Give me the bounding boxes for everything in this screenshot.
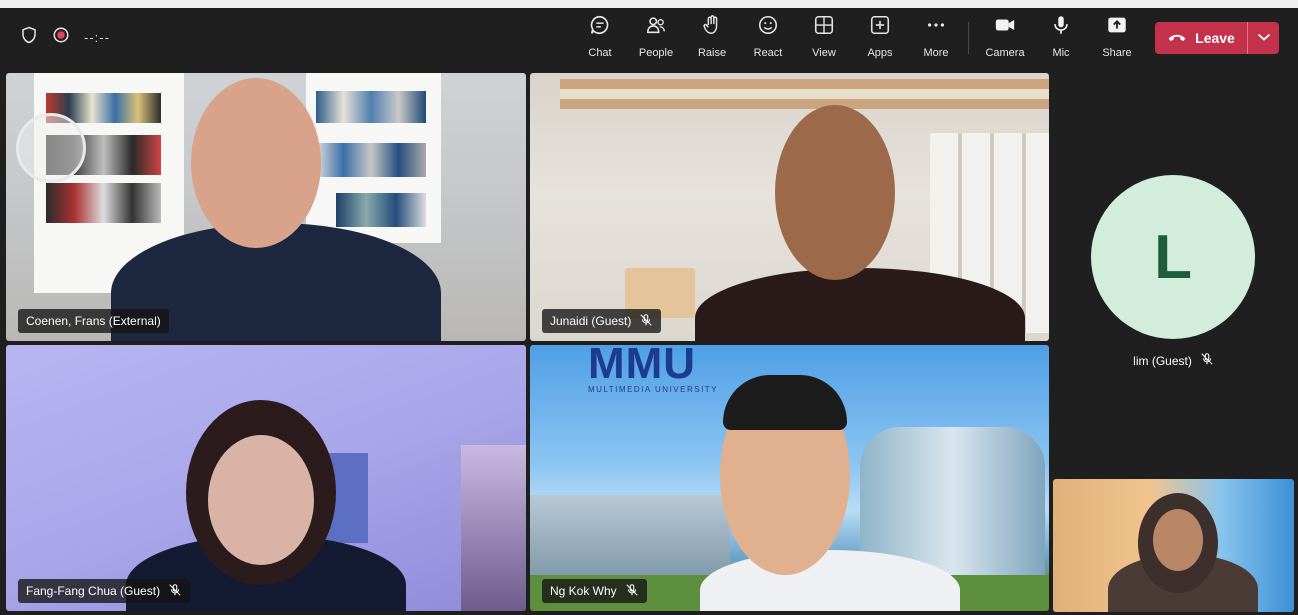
leave-label: Leave bbox=[1195, 30, 1235, 46]
participant-name-tag: Coenen, Frans (External) bbox=[18, 309, 169, 333]
leave-button-group: Leave bbox=[1155, 22, 1279, 54]
books-row bbox=[316, 143, 426, 177]
participant-name: Fang-Fang Chua (Guest) bbox=[26, 584, 161, 598]
share-label: Share bbox=[1102, 47, 1132, 59]
raise-hand-icon bbox=[701, 14, 723, 41]
video-tile-fang-fang[interactable]: Fang-Fang Chua (Guest) bbox=[6, 345, 526, 611]
raise-hand-button[interactable]: Raise bbox=[684, 14, 740, 60]
shelf-right bbox=[461, 445, 526, 611]
avatar: L bbox=[1091, 175, 1255, 339]
participant-name: lim (Guest) bbox=[1133, 353, 1192, 368]
view-icon bbox=[813, 14, 835, 41]
apps-button[interactable]: Apps bbox=[852, 14, 908, 60]
share-icon bbox=[1106, 14, 1128, 41]
people-icon bbox=[645, 14, 667, 41]
chat-icon bbox=[589, 14, 611, 41]
video-tile-coenen[interactable]: Coenen, Frans (External) bbox=[6, 73, 526, 341]
share-button[interactable]: Share bbox=[1089, 14, 1145, 60]
leave-options-button[interactable] bbox=[1248, 22, 1279, 54]
recording-icon bbox=[52, 26, 70, 49]
toolbar-buttons: Chat People Raise React View Apps More bbox=[572, 14, 964, 60]
more-label: More bbox=[923, 47, 949, 59]
fan-icon bbox=[16, 113, 86, 183]
avatar-initial: L bbox=[1154, 222, 1192, 292]
participant-name-tag: Fang-Fang Chua (Guest) bbox=[18, 579, 191, 603]
wooden-ceiling bbox=[560, 79, 1049, 109]
participant-name: Junaidi (Guest) bbox=[550, 314, 632, 328]
react-icon bbox=[757, 14, 779, 41]
view-button[interactable]: View bbox=[796, 14, 852, 60]
self-view-tile[interactable] bbox=[1053, 479, 1294, 612]
mic-off-icon bbox=[639, 313, 653, 330]
participant-name: Coenen, Frans (External) bbox=[26, 314, 161, 328]
window-top-strip bbox=[0, 0, 1298, 8]
mmu-subtitle: MULTIMEDIA UNIVERSITY bbox=[588, 385, 719, 394]
participant-name: Ng Kok Why bbox=[550, 584, 617, 598]
camera-icon bbox=[994, 14, 1016, 41]
mic-off-icon bbox=[168, 583, 182, 600]
books-row bbox=[336, 193, 426, 227]
participant-face bbox=[775, 105, 895, 280]
video-tile-junaidi[interactable]: Junaidi (Guest) bbox=[530, 73, 1049, 341]
video-tile-lim[interactable]: L lim (Guest) bbox=[1053, 73, 1294, 473]
leave-button[interactable]: Leave bbox=[1155, 22, 1247, 54]
books-row bbox=[316, 91, 426, 123]
toolbar-divider bbox=[968, 22, 969, 54]
shield-icon bbox=[20, 26, 38, 49]
binders-row bbox=[46, 183, 161, 223]
react-button[interactable]: React bbox=[740, 14, 796, 60]
meeting-timer: --:-- bbox=[84, 30, 110, 45]
react-label: React bbox=[753, 47, 783, 59]
mic-off-icon bbox=[1200, 352, 1214, 369]
apps-icon bbox=[869, 14, 891, 41]
view-label: View bbox=[812, 47, 836, 59]
campus-building-left bbox=[530, 495, 730, 580]
meeting-toolbar: --:-- Chat People Raise React View Apps bbox=[0, 0, 1298, 70]
video-tile-ng-kok-why[interactable]: MMU MULTIMEDIA UNIVERSITY Ng Kok Why bbox=[530, 345, 1049, 611]
chat-label: Chat bbox=[588, 47, 612, 59]
participant-face bbox=[1153, 509, 1203, 571]
chevron-down-icon bbox=[1257, 29, 1271, 47]
more-icon bbox=[925, 14, 947, 41]
camera-label: Camera bbox=[985, 47, 1025, 59]
participant-face bbox=[208, 435, 314, 565]
mic-off-icon bbox=[625, 583, 639, 600]
chat-button[interactable]: Chat bbox=[572, 14, 628, 60]
mic-label: Mic bbox=[1052, 47, 1070, 59]
participant-face bbox=[191, 78, 321, 248]
participant-name-tag: lim (Guest) bbox=[1053, 352, 1294, 369]
mic-button[interactable]: Mic bbox=[1033, 14, 1089, 60]
mmu-logo-text: MMU bbox=[588, 345, 697, 388]
people-button[interactable]: People bbox=[628, 14, 684, 60]
mmu-logo: MMU MULTIMEDIA UNIVERSITY bbox=[588, 345, 718, 394]
apps-label: Apps bbox=[867, 47, 893, 59]
mic-icon bbox=[1050, 14, 1072, 41]
participant-name-tag: Ng Kok Why bbox=[542, 579, 647, 603]
meeting-status: --:-- bbox=[20, 26, 110, 49]
camera-button[interactable]: Camera bbox=[977, 14, 1033, 60]
participant-name-tag: Junaidi (Guest) bbox=[542, 309, 662, 333]
raise-label: Raise bbox=[697, 47, 727, 59]
participant-hair bbox=[723, 375, 847, 430]
people-label: People bbox=[638, 47, 674, 59]
more-button[interactable]: More bbox=[908, 14, 964, 60]
phone-hangup-icon bbox=[1167, 30, 1187, 46]
device-buttons: Camera Mic Share bbox=[977, 14, 1145, 60]
